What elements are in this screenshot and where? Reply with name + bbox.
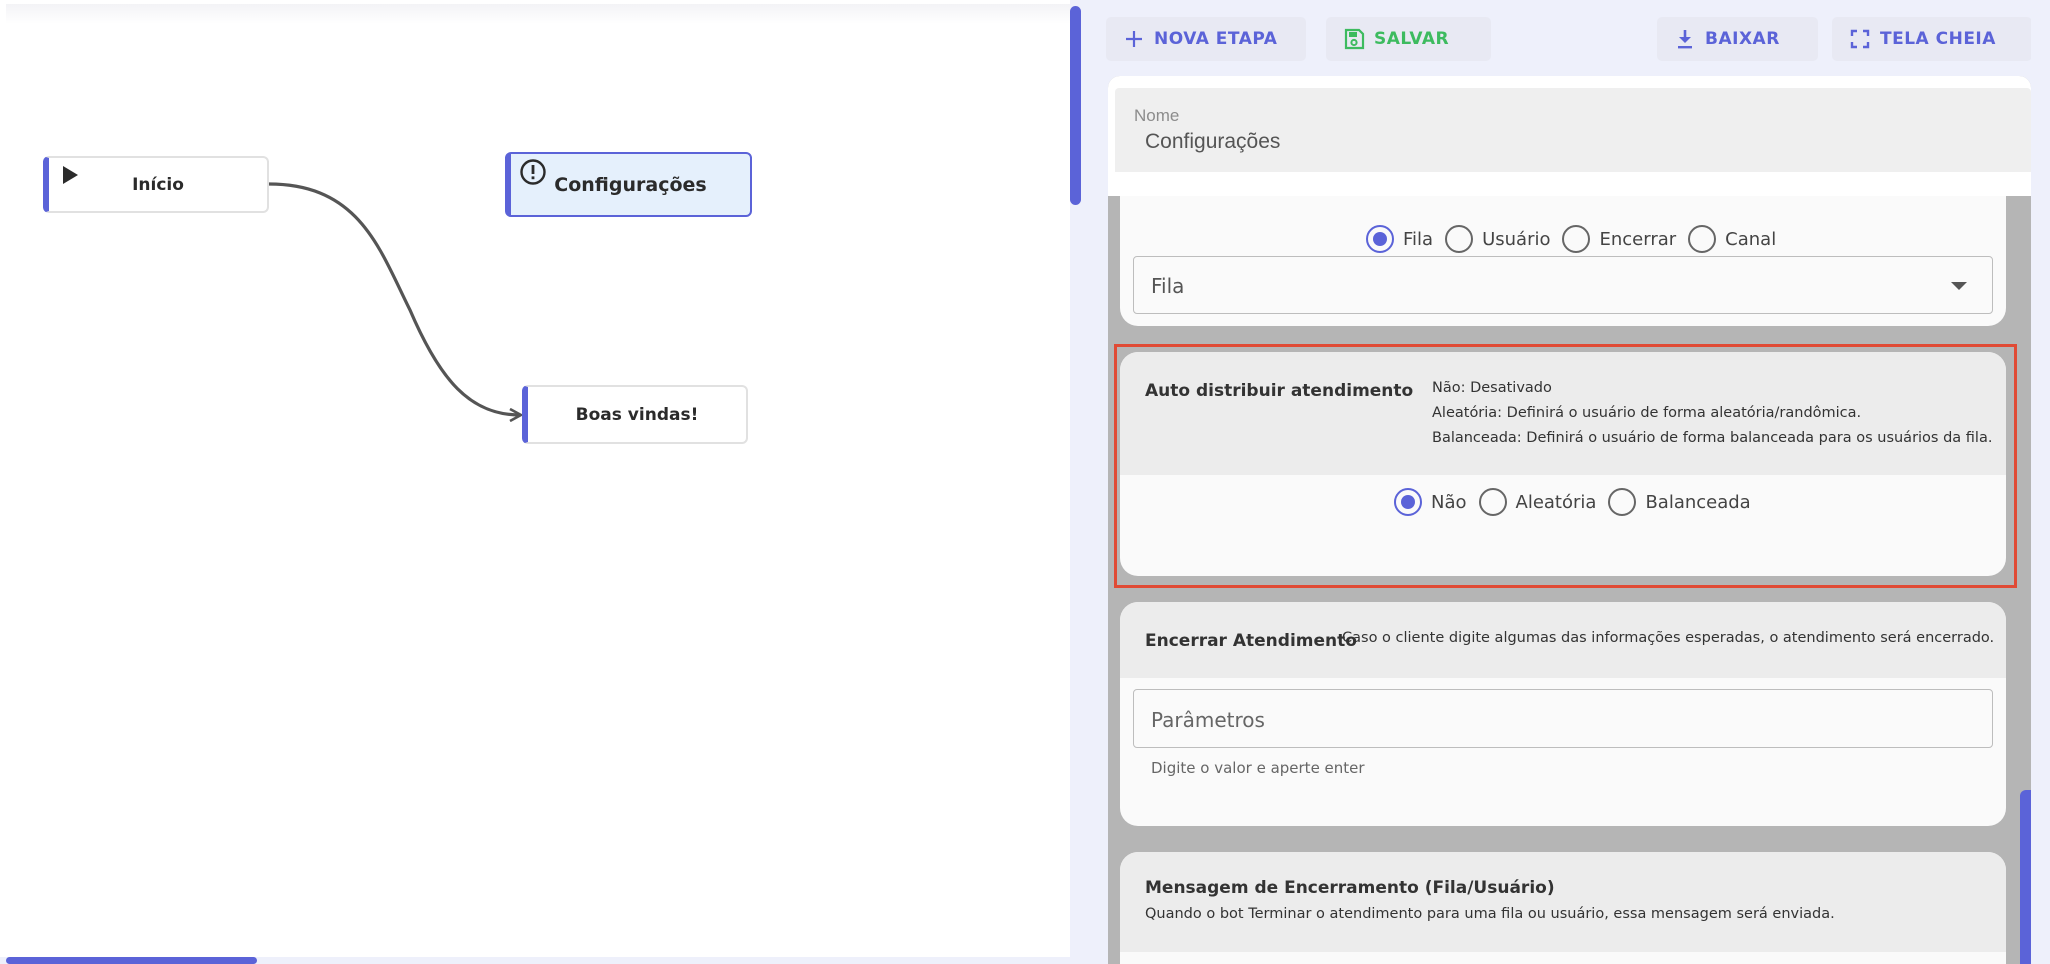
description-line: Aleatória: Definirá o usuário de forma a…	[1432, 405, 1862, 421]
radio-label: Balanceada	[1645, 491, 1751, 513]
canvas-horizontal-scrollbar-thumb[interactable]	[6, 957, 257, 964]
radio-label: Fila	[1403, 228, 1434, 250]
download-icon	[1678, 30, 1692, 49]
canvas-top-shade	[6, 4, 1070, 24]
save-label: SALVAR	[1374, 29, 1450, 49]
name-field-value[interactable]: Configurações	[1145, 130, 1280, 154]
node-welcome-label: Boas vindas!	[575, 404, 699, 425]
description-line: Não: Desativado	[1432, 380, 1552, 396]
fullscreen-icon	[1850, 29, 1870, 49]
radio-option-nao[interactable]: Não	[1394, 488, 1467, 516]
node-start-label: Início	[132, 174, 184, 195]
radio-option-balanceada[interactable]: Balanceada	[1608, 488, 1751, 516]
alert-circle-icon	[520, 159, 546, 185]
radio-option-canal[interactable]: Canal	[1688, 225, 1776, 253]
radio-canal[interactable]	[1688, 225, 1717, 253]
auto-distribute-description: Não: Desativado Aleatória: Definirá o us…	[1432, 376, 1992, 451]
radio-fila[interactable]	[1366, 225, 1394, 253]
panel-scrollbar-track[interactable]	[2031, 0, 2050, 964]
parameters-placeholder: Parâmetros	[1151, 708, 1265, 732]
download-label: BAIXAR	[1705, 29, 1780, 49]
end-service-description: Caso o cliente digite algumas das inform…	[1342, 630, 1995, 646]
panel-scrollbar-thumb[interactable]	[2020, 790, 2031, 964]
radio-label: Encerrar	[1599, 228, 1677, 250]
radio-label: Usuário	[1482, 228, 1551, 250]
floppy-disk-icon	[1344, 28, 1365, 50]
radio-label: Aleatória	[1515, 491, 1597, 513]
plus-icon	[1126, 31, 1142, 47]
radio-encerrar[interactable]	[1562, 225, 1591, 253]
save-button[interactable]: SALVAR	[1326, 17, 1491, 61]
radio-usuario[interactable]	[1445, 225, 1474, 253]
canvas-vertical-scrollbar-thumb[interactable]	[1070, 6, 1081, 205]
radio-option-aleatoria[interactable]: Aleatória	[1478, 488, 1597, 516]
auto-distribute-radio-group: Não Aleatória Balanceada	[1394, 488, 1763, 516]
fullscreen-button[interactable]: TELA CHEIA	[1832, 17, 2032, 61]
radio-nao[interactable]	[1394, 488, 1422, 516]
connection-edge	[268, 182, 1070, 964]
queue-select-value: Fila	[1151, 274, 1185, 298]
parameters-input[interactable]: Parâmetros	[1133, 689, 1993, 748]
node-start[interactable]: Início	[43, 156, 269, 213]
chevron-down-icon	[1951, 282, 1967, 290]
node-config-selected[interactable]: Configurações	[505, 152, 752, 217]
end-message-description: Quando o bot Terminar o atendimento para…	[1145, 906, 1835, 922]
auto-distribute-title: Auto distribuir atendimento	[1145, 381, 1414, 401]
new-step-label: NOVA ETAPA	[1154, 29, 1278, 49]
node-welcome[interactable]: Boas vindas!	[522, 385, 748, 444]
fullscreen-label: TELA CHEIA	[1880, 29, 1996, 49]
flow-canvas[interactable]: Início Configurações Boas vindas!	[0, 0, 1081, 964]
description-line: Balanceada: Definirá o usuário de forma …	[1432, 430, 1993, 446]
destination-radio-group: Fila Usuário Encerrar Canal	[1366, 225, 1788, 253]
radio-label: Canal	[1725, 228, 1777, 250]
radio-label: Não	[1431, 491, 1467, 513]
end-message-title: Mensagem de Encerramento (Fila/Usuário)	[1145, 878, 1555, 898]
radio-aleatoria[interactable]	[1478, 488, 1507, 516]
new-step-button[interactable]: NOVA ETAPA	[1106, 17, 1306, 61]
node-config-label: Configurações	[554, 173, 707, 196]
end-service-title: Encerrar Atendimento	[1145, 631, 1357, 651]
play-icon	[63, 166, 78, 184]
queue-select[interactable]: Fila	[1133, 256, 1993, 314]
app-root: Início Configurações Boas vindas! NOVA E…	[0, 0, 2050, 964]
radio-option-encerrar[interactable]: Encerrar	[1562, 225, 1676, 253]
radio-option-usuario[interactable]: Usuário	[1445, 225, 1550, 253]
parameters-helper-text: Digite o valor e aperte enter	[1151, 759, 1365, 777]
name-field-label: Nome	[1134, 106, 1180, 125]
radio-balanceada[interactable]	[1608, 488, 1637, 516]
download-button[interactable]: BAIXAR	[1657, 17, 1818, 61]
radio-option-fila[interactable]: Fila	[1366, 225, 1433, 253]
